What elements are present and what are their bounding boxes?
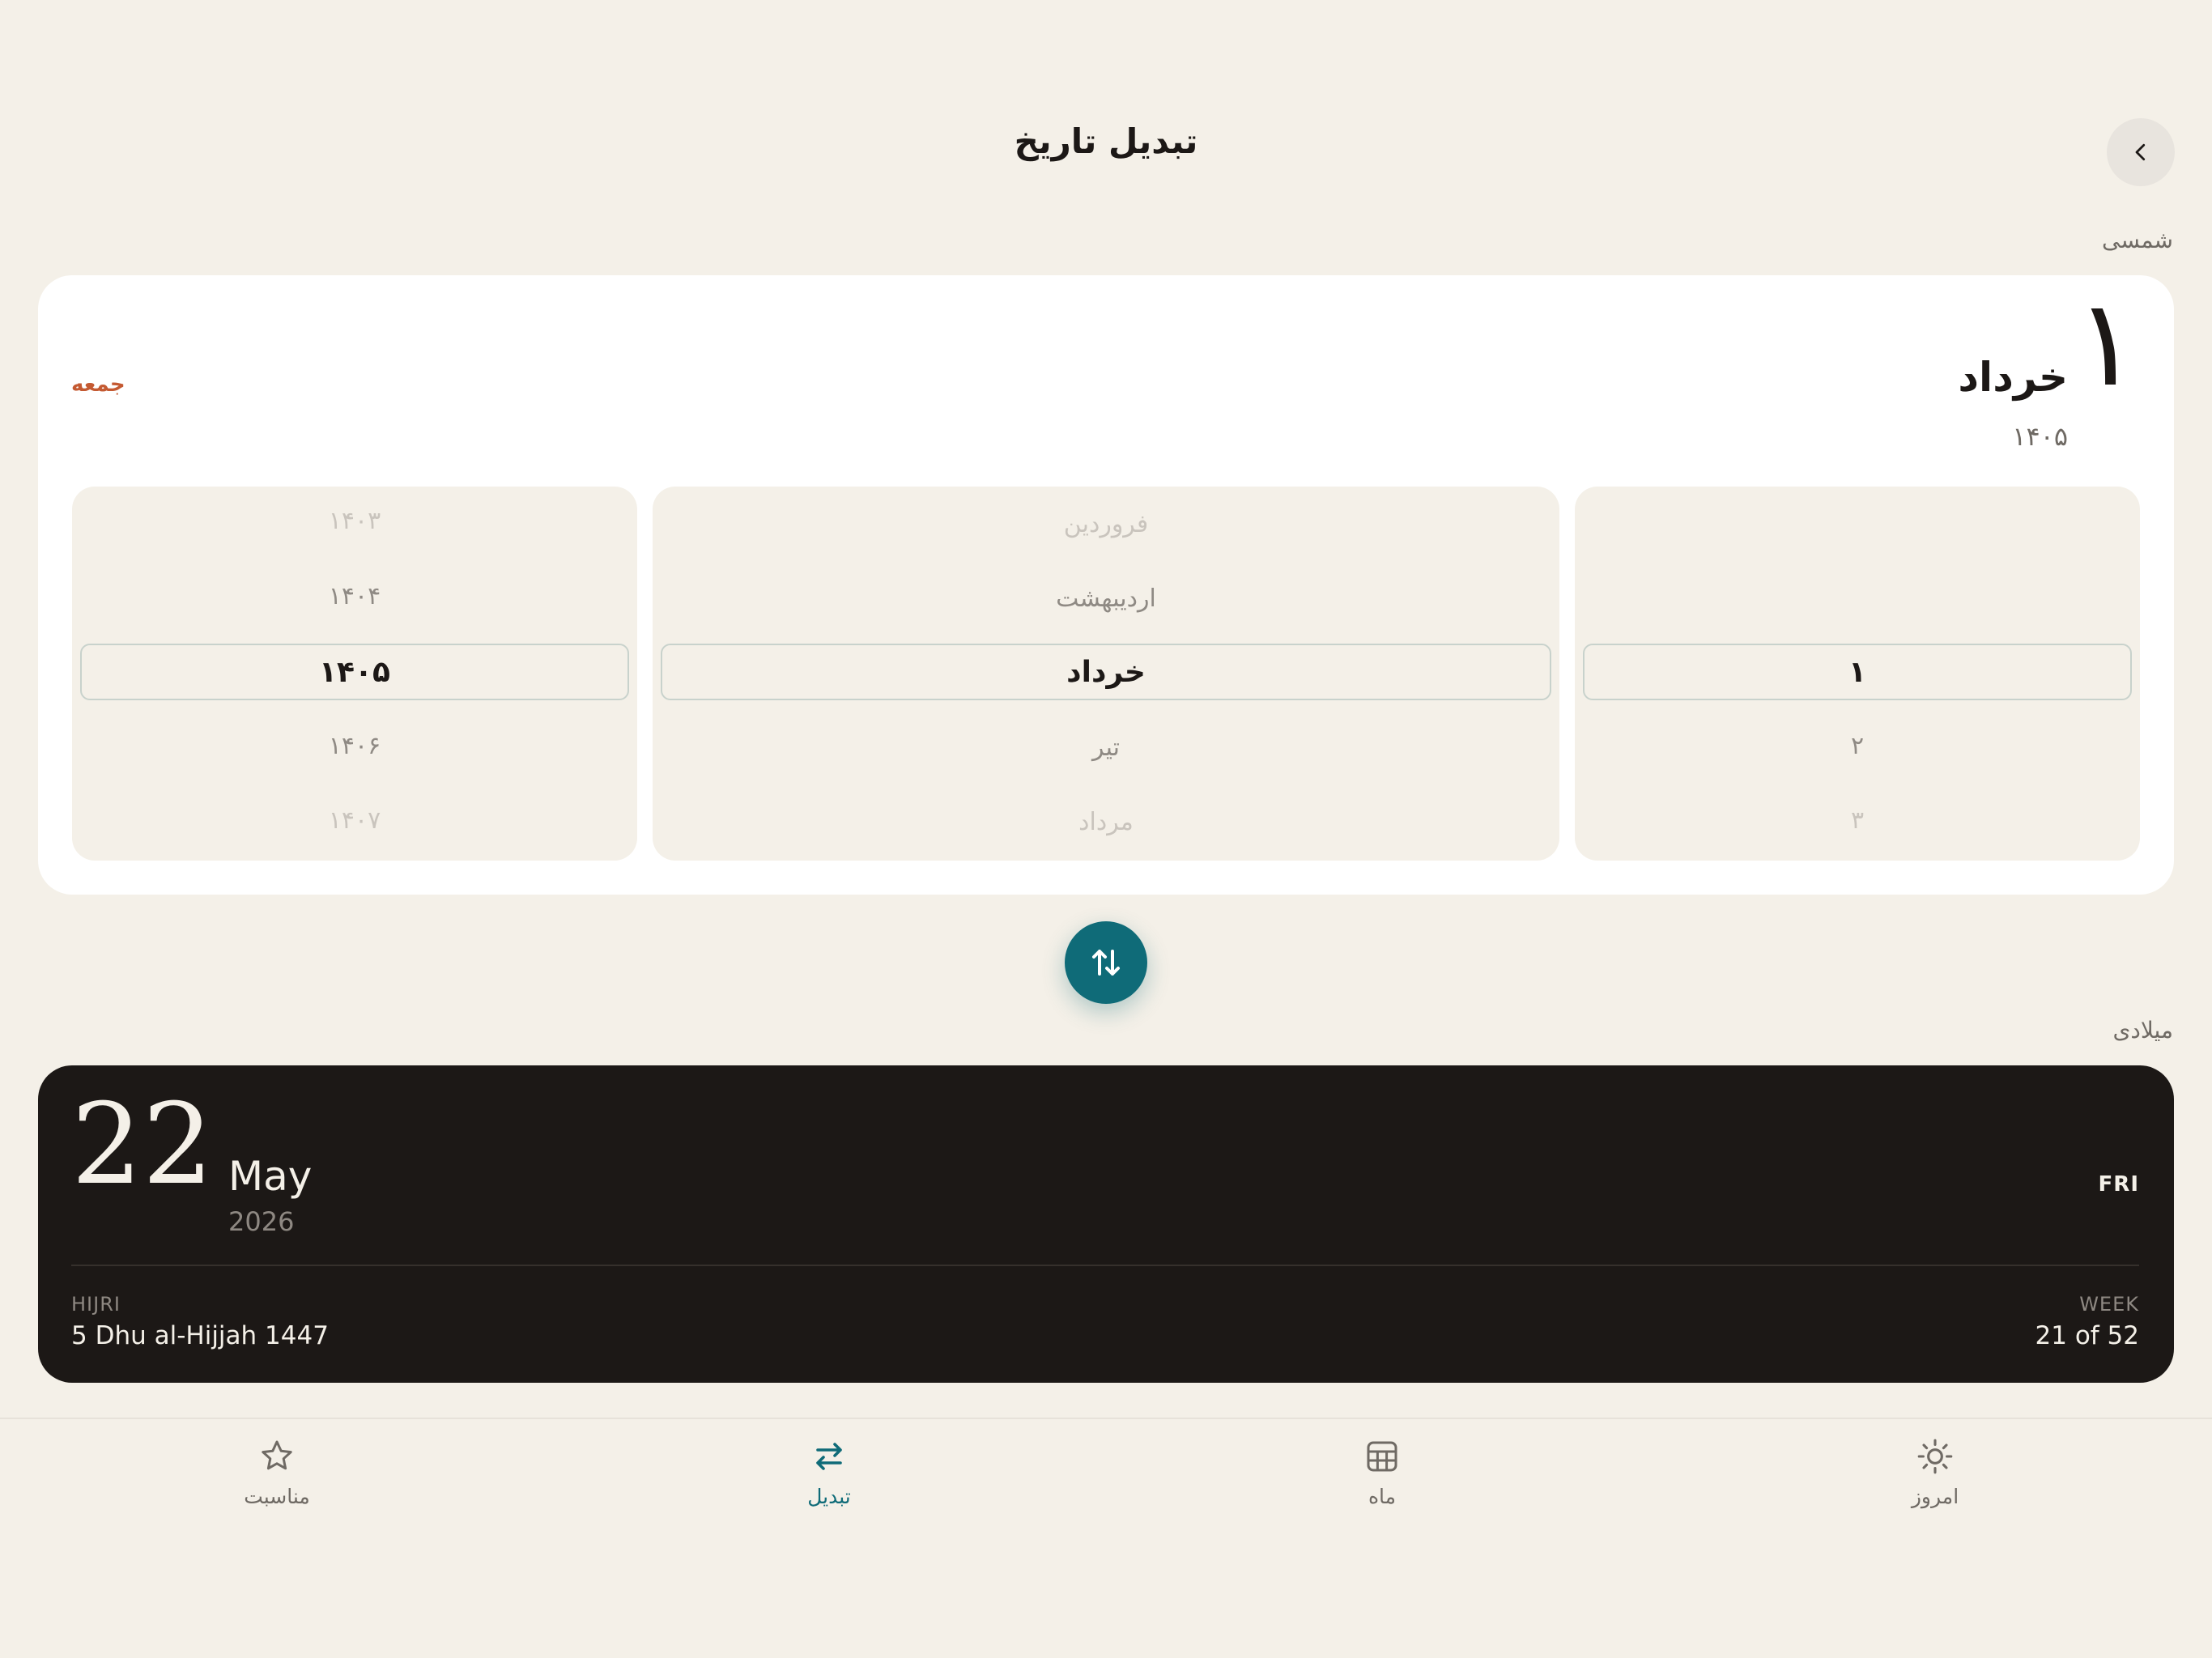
back-button[interactable] [2107, 118, 2175, 186]
day-option[interactable] [1575, 561, 2140, 636]
swap-button[interactable] [1065, 921, 1147, 1004]
month-option[interactable]: فروردین [653, 487, 1559, 561]
page-title: تبدیل تاریخ [1014, 121, 1198, 161]
shamsi-weekday: جمعه [71, 372, 125, 397]
day-option[interactable] [1575, 487, 2140, 561]
day-option[interactable]: ۳ [1575, 783, 2140, 857]
shamsi-year: ۱۴۰۵ [2012, 421, 2068, 452]
sun-icon [1913, 1435, 1957, 1478]
day-option-selected[interactable]: ۱ [1583, 644, 2132, 700]
year-picker[interactable]: ۱۴۰۳ ۱۴۰۴ ۱۴۰۵ ۱۴۰۶ ۱۴۰۷ [72, 487, 637, 861]
year-option[interactable]: ۱۴۰۴ [72, 559, 637, 633]
month-option[interactable]: اردیبهشت [653, 561, 1559, 636]
nav-label: امروز [1911, 1485, 1959, 1508]
month-option[interactable]: تیر [653, 710, 1559, 784]
gregorian-year: 2026 [228, 1206, 295, 1237]
nav-item-occasions[interactable]: مناسبت [180, 1435, 374, 1508]
day-picker[interactable]: ۱ ۲ ۳ [1575, 487, 2140, 861]
nav-label: ماه [1368, 1485, 1397, 1508]
shamsi-day: ۱ [2074, 274, 2140, 413]
year-option-selected[interactable]: ۱۴۰۵ [80, 644, 629, 700]
gregorian-weekday: FRI [2098, 1172, 2139, 1197]
nav-item-convert[interactable]: تبدیل [732, 1435, 926, 1508]
chevron-left-icon [2135, 143, 2146, 161]
day-option[interactable]: ۲ [1575, 708, 2140, 783]
year-option[interactable]: ۱۴۰۷ [72, 783, 637, 857]
month-option-selected[interactable]: خرداد [661, 644, 1551, 700]
nav-label: تبدیل [807, 1485, 851, 1508]
gregorian-day: 22 [71, 1079, 214, 1209]
month-picker[interactable]: فروردین اردیبهشت خرداد تیر مرداد [653, 487, 1559, 861]
card-divider [71, 1265, 2139, 1266]
gregorian-month: May [228, 1153, 313, 1200]
star-icon [255, 1435, 299, 1478]
year-option[interactable]: ۱۴۰۶ [72, 708, 637, 783]
week-value: 21 of 52 [2035, 1321, 2139, 1350]
hijri-label: HIJRI [71, 1293, 121, 1316]
month-option[interactable]: مرداد [653, 784, 1559, 859]
swap-vertical-icon [1092, 950, 1120, 976]
nav-divider [0, 1418, 2212, 1419]
nav-item-month[interactable]: ماه [1285, 1435, 1479, 1508]
shamsi-month: خرداد [1958, 354, 2068, 401]
nav-label: مناسبت [244, 1485, 310, 1508]
nav-item-today[interactable]: امروز [1838, 1435, 2032, 1508]
gregorian-card [38, 1065, 2174, 1383]
swap-horizontal-icon [807, 1435, 851, 1478]
shamsi-section-label: شمسی [2102, 227, 2173, 253]
calendar-grid-icon [1360, 1435, 1404, 1478]
year-option[interactable]: ۱۴۰۳ [72, 483, 637, 558]
hijri-value: 5 Dhu al-Hijjah 1447 [71, 1321, 329, 1350]
week-label: WEEK [2079, 1293, 2139, 1316]
gregorian-section-label: میلادی [2112, 1017, 2173, 1044]
